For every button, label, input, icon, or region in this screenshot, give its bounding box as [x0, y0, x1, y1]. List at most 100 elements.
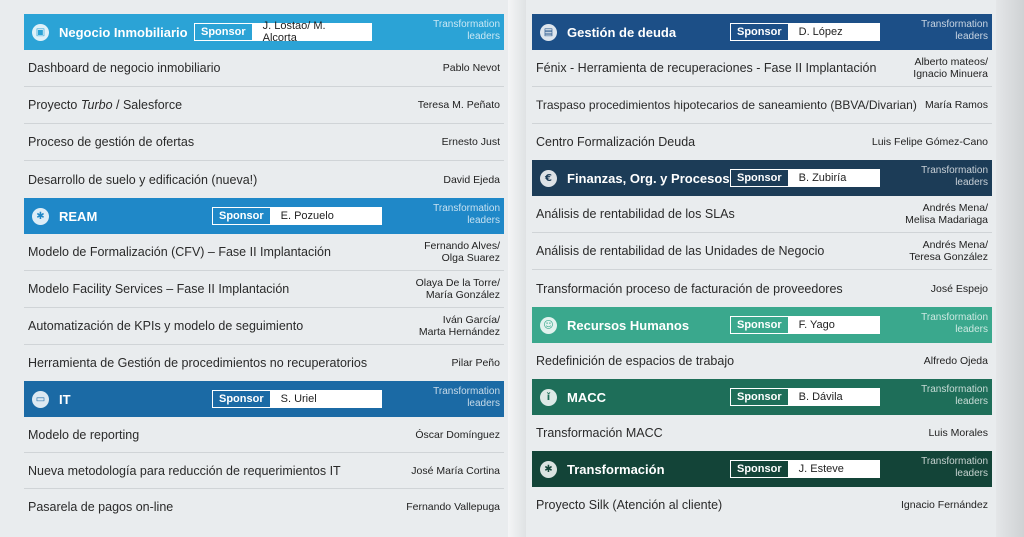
project-title: Modelo de reporting [28, 427, 140, 442]
project-row: Análisis de rentabilidad de las Unidades… [532, 233, 992, 270]
transformation-leaders-label: Transformation leaders [921, 384, 988, 407]
project-row: Pasarela de pagos on-line Fernando Valle… [24, 489, 504, 525]
people-icon: ☺ [540, 316, 557, 334]
project-row: Dashboard de negocio inmobiliario Pablo … [24, 50, 504, 87]
project-row: Nueva metodología para reducción de requ… [24, 453, 504, 489]
project-leader: José María Cortina [411, 464, 500, 477]
project-row: Centro Formalización Deuda Luis Felipe G… [532, 124, 992, 160]
project-title: Transformación proceso de facturación de… [536, 281, 843, 296]
project-title: Pasarela de pagos on-line [28, 500, 174, 514]
section-header-transformacion: ✱ Transformación Sponsor J. Esteve Trans… [532, 451, 992, 487]
section-title: Negocio Inmobiliario [59, 24, 188, 40]
section-title: MACC [567, 389, 606, 405]
project-leader: Olaya De la Torre/María González [415, 277, 500, 301]
project-row: Herramienta de Gestión de procedimientos… [24, 345, 504, 381]
transformation-leaders-label: Transformation leaders [921, 312, 988, 335]
sponsor-name: J. Esteve [788, 461, 879, 477]
project-row: Análisis de rentabilidad de los SLAs And… [532, 196, 992, 233]
project-row: Proyecto Turbo / Salesforce Teresa M. Pe… [24, 87, 504, 124]
section-header-macc: ǐ MACC Sponsor B. Dávila Transformation l… [532, 379, 992, 415]
project-row: Modelo de reporting Óscar Domínguez [24, 417, 504, 453]
finance-icon: € [540, 169, 557, 187]
project-title: Proyecto Silk (Atención al cliente) [536, 498, 723, 512]
gear-icon: ✱ [32, 207, 49, 225]
gear-icon: ✱ [540, 460, 557, 478]
sponsor-box: Sponsor D. López [730, 23, 880, 41]
section-header-ream: ✱ REAM Sponsor E. Pozuelo Transformation… [24, 198, 504, 234]
monitor-icon: ▭ [32, 390, 49, 408]
section-header-it: ▭ IT Sponsor S. Uriel Transformation lead… [24, 381, 504, 417]
right-column: ▤ Gestión de deuda Sponsor D. López Tran… [532, 14, 992, 523]
project-leader: Pilar Peño [451, 357, 500, 369]
left-column: ▣ Negocio Inmobiliario Sponsor J. Lostao… [24, 14, 504, 525]
building-icon: ▣ [32, 23, 49, 41]
project-leader: Óscar Domínguez [415, 428, 500, 441]
sponsor-label: Sponsor [731, 317, 789, 333]
section-title: REAM [59, 208, 98, 224]
sponsor-box: Sponsor J. Lostao/ M. Alcorta [194, 20, 372, 44]
section-header-finanzas: € Finanzas, Org. y Procesos Sponsor B. Z… [532, 160, 992, 196]
project-leader: Pablo Nevot [442, 62, 500, 74]
person-icon: ǐ [540, 388, 557, 406]
project-row: Redefinición de espacios de trabajo Alfr… [532, 343, 992, 379]
section-title: Transformación [567, 461, 665, 477]
project-leader: Luis Morales [928, 427, 988, 439]
sponsor-label: Sponsor [731, 389, 789, 405]
transformation-leaders-label: Transformation leaders [433, 203, 500, 226]
project-title: Dashboard de negocio inmobiliario [28, 61, 221, 75]
project-title: Herramienta de Gestión de procedimientos… [28, 356, 368, 370]
wallet-icon: ▤ [540, 23, 557, 41]
section-title: Gestión de deuda [567, 24, 677, 40]
project-leader: Teresa M. Peñato [417, 99, 500, 111]
transformation-leaders-label: Transformation leaders [921, 456, 988, 479]
project-row: Proyecto Silk (Atención al cliente) Igna… [532, 487, 992, 523]
section-title: Recursos Humanos [567, 317, 690, 333]
project-row: Proceso de gestión de ofertas Ernesto Ju… [24, 124, 504, 161]
project-leader: Ignacio Fernández [901, 499, 988, 511]
project-title: Automatización de KPIs y modelo de segui… [28, 319, 304, 333]
project-leader: David Ejeda [443, 173, 500, 186]
project-title: Proyecto Turbo / Salesforce [28, 98, 183, 112]
sponsor-box: Sponsor F. Yago [730, 316, 880, 334]
sponsor-name: D. López [788, 24, 879, 40]
project-title: Traspaso procedimientos hipotecarios de … [536, 98, 917, 112]
section-title: Finanzas, Org. y Procesos [567, 170, 730, 186]
project-leader: Fernando Vallepuga [406, 501, 500, 513]
project-leader: Andrés Mena/Teresa González [909, 239, 988, 263]
project-row: Modelo de Formalización (CFV) – Fase II … [24, 234, 504, 271]
sponsor-label: Sponsor [731, 170, 789, 186]
project-title: Centro Formalización Deuda [536, 135, 696, 149]
section-header-negocio: ▣ Negocio Inmobiliario Sponsor J. Lostao… [24, 14, 504, 50]
project-leader: María Ramos [924, 99, 988, 111]
transformation-leaders-label: Transformation leaders [921, 165, 988, 188]
transformation-leaders-label: Transformation leaders [433, 19, 500, 42]
project-row: Automatización de KPIs y modelo de segui… [24, 308, 504, 345]
project-title: Nueva metodología para reducción de requ… [28, 463, 341, 478]
section-title: IT [59, 391, 71, 407]
section-header-deuda: ▤ Gestión de deuda Sponsor D. López Tran… [532, 14, 992, 50]
sponsor-name: B. Dávila [788, 389, 879, 405]
project-row: Transformación proceso de facturación de… [532, 270, 992, 307]
sponsor-label: Sponsor [731, 24, 789, 40]
sponsor-label: Sponsor [213, 208, 271, 224]
project-title: Modelo de Formalización (CFV) – Fase II … [28, 245, 331, 259]
sponsor-box: Sponsor B. Dávila [730, 388, 880, 406]
sponsor-box: Sponsor E. Pozuelo [212, 207, 382, 225]
transformation-leaders-label: Transformation leaders [433, 386, 500, 409]
sponsor-name: S. Uriel [270, 391, 381, 407]
sponsor-label: Sponsor [213, 391, 271, 407]
project-title: Análisis de rentabilidad de los SLAs [536, 207, 735, 221]
project-title: Proceso de gestión de ofertas [28, 135, 195, 149]
project-row: Desarrollo de suelo y edificación (nueva… [24, 161, 504, 198]
sponsor-label: Sponsor [195, 24, 253, 40]
project-title: Fénix - Herramienta de recuperaciones - … [536, 61, 877, 75]
sponsor-name: B. Zubiría [788, 170, 879, 186]
sponsor-name: E. Pozuelo [270, 208, 381, 224]
project-title: Redefinición de espacios de trabajo [536, 354, 735, 368]
project-title: Análisis de rentabilidad de las Unidades… [536, 244, 825, 258]
sponsor-name: J. Lostao/ M. Alcorta [252, 20, 371, 44]
project-row: Modelo Facility Services – Fase II Impla… [24, 271, 504, 308]
project-leader: Alberto mateos/Ignacio Minuera [913, 56, 988, 80]
transformation-leaders-label: Transformation leaders [921, 19, 988, 42]
project-row: Traspaso procedimientos hipotecarios de … [532, 87, 992, 124]
